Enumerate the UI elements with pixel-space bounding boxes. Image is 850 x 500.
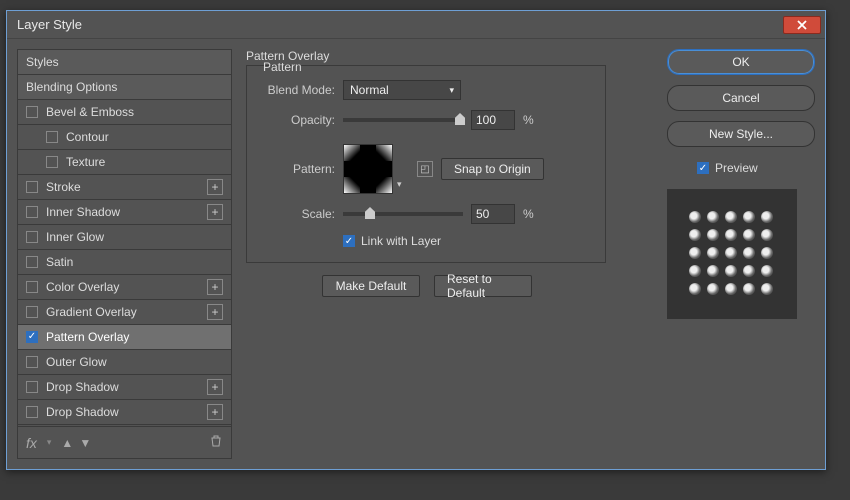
style-checkbox[interactable] [26, 281, 38, 293]
settings-panel: Pattern Overlay Pattern Blend Mode: Norm… [246, 49, 653, 459]
style-item-label: Drop Shadow [46, 405, 119, 419]
fx-chevron: ▾ [47, 437, 52, 448]
style-checkbox[interactable] [26, 106, 38, 118]
layer-style-dialog: Layer Style Styles Blending Options Beve… [6, 10, 826, 470]
style-item-drop-shadow[interactable]: Drop Shadow + [18, 375, 231, 400]
snap-new-icon[interactable]: ◰ [417, 161, 433, 177]
style-item-color-overlay[interactable]: Color Overlay + [18, 275, 231, 300]
style-checkbox[interactable] [26, 306, 38, 318]
opacity-input[interactable]: 100 [471, 110, 515, 130]
style-item-label: Satin [46, 255, 73, 269]
add-effect-icon[interactable]: + [207, 279, 223, 295]
arrow-down-icon[interactable]: ▼ [79, 436, 91, 450]
close-icon [797, 20, 807, 30]
trash-icon[interactable] [209, 434, 223, 451]
reset-default-button[interactable]: Reset to Default [434, 275, 532, 297]
blending-label: Blending Options [26, 80, 117, 94]
add-effect-icon[interactable]: + [207, 379, 223, 395]
blend-mode-value: Normal [350, 83, 389, 97]
opacity-unit: % [523, 113, 534, 127]
style-item-label: Outer Glow [46, 355, 107, 369]
styles-footer: fx ▾ ▲ ▼ [18, 426, 231, 458]
blend-mode-label: Blend Mode: [259, 83, 335, 97]
add-effect-icon[interactable]: + [207, 204, 223, 220]
style-checkbox[interactable] [46, 131, 58, 143]
add-effect-icon[interactable]: + [207, 404, 223, 420]
preview-label: Preview [715, 161, 758, 175]
opacity-slider[interactable] [343, 118, 463, 122]
new-style-button[interactable]: New Style... [667, 121, 815, 147]
dialog-title: Layer Style [11, 17, 82, 32]
style-item-inner-glow[interactable]: Inner Glow [18, 225, 231, 250]
style-item-satin[interactable]: Satin [18, 250, 231, 275]
style-checkbox[interactable] [26, 206, 38, 218]
fx-icon[interactable]: fx [26, 435, 37, 451]
ok-button[interactable]: OK [667, 49, 815, 75]
style-item-inner-shadow[interactable]: Inner Shadow + [18, 200, 231, 225]
style-item-label: Inner Glow [46, 230, 104, 244]
style-item-label: Bevel & Emboss [46, 105, 134, 119]
style-checkbox[interactable] [26, 256, 38, 268]
style-item-drop-shadow[interactable]: Drop Shadow + [18, 400, 231, 425]
style-checkbox[interactable] [26, 406, 38, 418]
style-item-label: Texture [66, 155, 105, 169]
scale-input[interactable]: 50 [471, 204, 515, 224]
style-item-outer-glow[interactable]: Outer Glow [18, 350, 231, 375]
link-with-layer-checkbox[interactable] [343, 235, 355, 247]
style-checkbox[interactable] [26, 356, 38, 368]
scale-thumb[interactable] [365, 207, 375, 219]
scale-slider[interactable] [343, 212, 463, 216]
pattern-dropdown[interactable]: ▾ [397, 144, 409, 194]
make-default-button[interactable]: Make Default [322, 275, 420, 297]
style-item-label: Drop Shadow [46, 380, 119, 394]
styles-header[interactable]: Styles [18, 50, 231, 75]
style-checkbox[interactable] [26, 231, 38, 243]
style-item-label: Color Overlay [46, 280, 119, 294]
preview-pattern [689, 211, 775, 297]
style-checkbox[interactable] [26, 331, 38, 343]
style-item-label: Gradient Overlay [46, 305, 137, 319]
close-button[interactable] [783, 16, 821, 34]
add-effect-icon[interactable]: + [207, 304, 223, 320]
style-checkbox[interactable] [26, 181, 38, 193]
pattern-label: Pattern: [259, 162, 335, 176]
style-item-gradient-overlay[interactable]: Gradient Overlay + [18, 300, 231, 325]
pattern-swatch[interactable] [343, 144, 393, 194]
style-item-label: Inner Shadow [46, 205, 120, 219]
scale-label: Scale: [259, 207, 335, 221]
link-with-layer-label: Link with Layer [361, 234, 441, 248]
style-checkbox[interactable] [26, 381, 38, 393]
cancel-button[interactable]: Cancel [667, 85, 815, 111]
preview-box [667, 189, 797, 319]
styles-list: Styles Blending Options Bevel & Emboss Co… [17, 49, 232, 459]
snap-to-origin-button[interactable]: Snap to Origin [441, 158, 544, 180]
arrow-up-icon[interactable]: ▲ [61, 436, 73, 450]
styles-label: Styles [26, 55, 59, 69]
style-item-texture[interactable]: Texture [18, 150, 231, 175]
style-item-stroke[interactable]: Stroke + [18, 175, 231, 200]
style-checkbox[interactable] [46, 156, 58, 168]
style-item-label: Stroke [46, 180, 81, 194]
add-effect-icon[interactable]: + [207, 179, 223, 195]
style-item-label: Pattern Overlay [46, 330, 129, 344]
opacity-label: Opacity: [259, 113, 335, 127]
opacity-thumb[interactable] [455, 113, 465, 125]
preview-checkbox[interactable] [697, 162, 709, 174]
titlebar[interactable]: Layer Style [7, 11, 825, 39]
style-item-label: Contour [66, 130, 109, 144]
style-item-pattern-overlay[interactable]: Pattern Overlay [18, 325, 231, 350]
style-item-contour[interactable]: Contour [18, 125, 231, 150]
scale-unit: % [523, 207, 534, 221]
blend-mode-select[interactable]: Normal ▾ [343, 80, 461, 100]
chevron-down-icon: ▾ [449, 85, 454, 96]
style-item-bevel-emboss[interactable]: Bevel & Emboss [18, 100, 231, 125]
right-panel: OK Cancel New Style... Preview [667, 49, 815, 459]
blending-options-item[interactable]: Blending Options [18, 75, 231, 100]
